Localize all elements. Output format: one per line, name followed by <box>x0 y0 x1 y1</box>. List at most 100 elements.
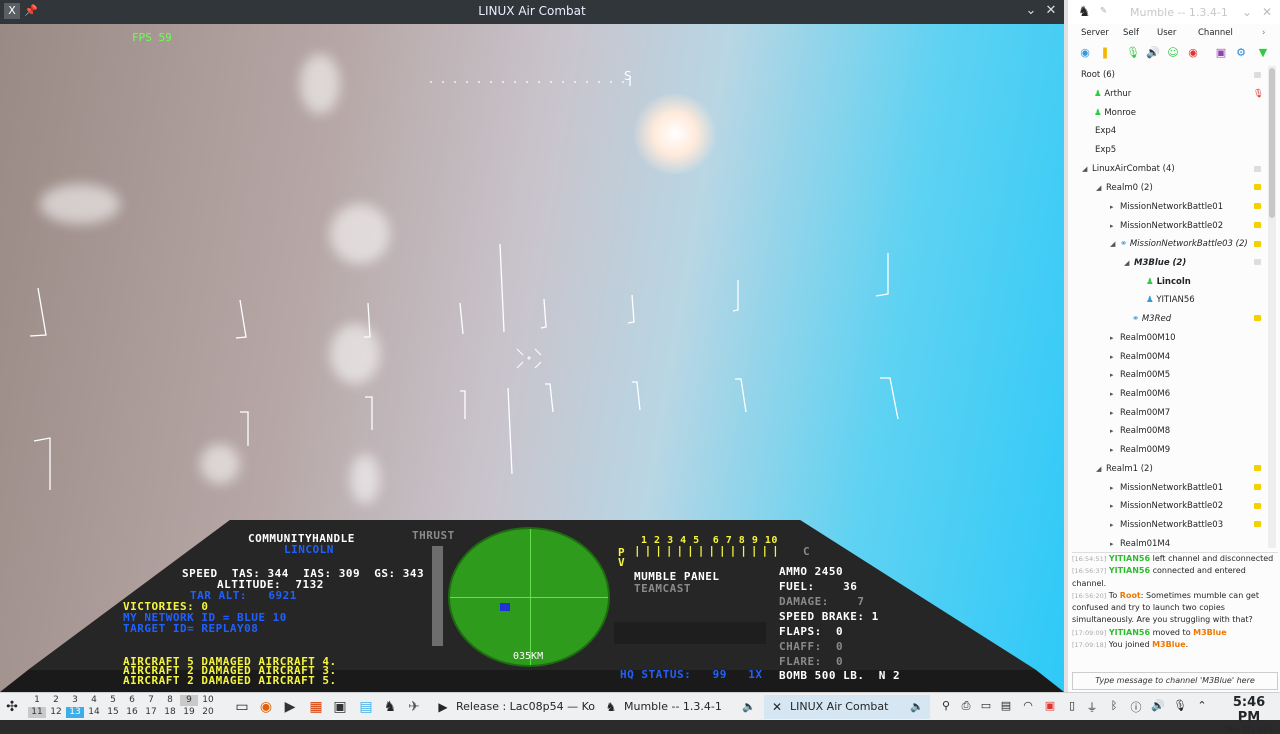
tree-item-realm00m8[interactable]: ▸ Realm00M8 <box>1110 422 1170 440</box>
desktop-17[interactable]: 17 <box>142 707 160 718</box>
channel-comment-icon <box>1254 166 1261 172</box>
tree-item-linuxaircombat[interactable]: ◢ LinuxAirCombat (4) <box>1082 160 1175 178</box>
clock[interactable]: 5:46 PM Thu 1/13/22 <box>1222 695 1276 734</box>
menu-self[interactable]: Self <box>1123 28 1139 38</box>
tree-item-realm1-mnb02[interactable]: ▸ MissionNetworkBattle02 <box>1110 497 1223 515</box>
desktop-19[interactable]: 19 <box>180 707 198 718</box>
info-icon[interactable]: ❚ <box>1098 46 1112 60</box>
desktop-12[interactable]: 12 <box>47 707 65 718</box>
display-icon[interactable]: ▭ <box>978 699 994 712</box>
desktop-7[interactable]: 7 <box>142 695 160 706</box>
desktop-6[interactable]: 6 <box>123 695 141 706</box>
record-icon[interactable]: ◉ <box>1186 46 1200 60</box>
menu-server[interactable]: Server <box>1081 28 1109 38</box>
tree-item-m3red[interactable]: ⚭ M3Red <box>1132 310 1171 328</box>
tree-item-realm1-mnb03[interactable]: ▸ MissionNetworkBattle03 <box>1110 516 1223 534</box>
desktop-18[interactable]: 18 <box>161 707 179 718</box>
tree-item-realm00m10[interactable]: ▸ Realm00M10 <box>1110 329 1176 347</box>
desktop-16[interactable]: 16 <box>123 707 141 718</box>
menu-user[interactable]: User <box>1157 28 1176 38</box>
speaker-icon: 🔈 <box>742 700 756 713</box>
network-icon[interactable]: ⚲ <box>938 699 954 712</box>
desktop-2[interactable]: 2 <box>47 695 65 706</box>
tree-item-exp4[interactable]: Exp4 <box>1095 122 1116 140</box>
clipboard-icon[interactable]: ▤ <box>998 699 1014 712</box>
tree-user-yitian56[interactable]: ♟ YITIAN56 <box>1146 291 1195 309</box>
desktop-5[interactable]: 5 <box>104 695 122 706</box>
tree-item-m3blue[interactable]: ◢ M3Blue (2) <box>1124 254 1186 272</box>
bluetooth-icon[interactable]: ᛒ <box>1106 699 1122 712</box>
tree-user-arthur[interactable]: ♟ Arthur <box>1094 85 1131 103</box>
file-manager-icon[interactable]: ▤ <box>356 697 376 717</box>
desktop-icon[interactable]: ▭ <box>232 697 252 717</box>
tree-item-exp5[interactable]: Exp5 <box>1095 141 1116 159</box>
mumble-tray-icon[interactable]: ▣ <box>1042 699 1058 712</box>
desktop-20[interactable]: 20 <box>199 707 217 718</box>
channel-tree: Root (6) ♟ Arthur 🎙 ♟ Monroe Exp4 Exp5 ◢… <box>1068 66 1268 548</box>
printer-icon[interactable]: ⎙ <box>958 699 974 713</box>
game-titlebar[interactable]: X 📌 LINUX Air Combat ⌄ ✕ <box>0 0 1064 24</box>
tree-item-realm00m5[interactable]: ▸ Realm00M5 <box>1110 366 1170 384</box>
close-icon[interactable]: ✕ <box>1262 5 1272 19</box>
tree-item-realm0[interactable]: ◢ Realm0 (2) <box>1096 179 1153 197</box>
microphone-icon[interactable]: 🎙 <box>1172 699 1188 712</box>
firefox-icon[interactable]: ◉ <box>256 697 276 717</box>
filter-icon[interactable]: ▼ <box>1256 46 1270 60</box>
tree-item-realm00m6[interactable]: ▸ Realm00M6 <box>1110 385 1170 403</box>
comment-icon[interactable]: ☺ <box>1166 46 1180 60</box>
gear-icon[interactable]: ⚙ <box>1234 46 1248 60</box>
desktop-3[interactable]: 3 <box>66 695 84 706</box>
tree-item-realm1[interactable]: ◢ Realm1 (2) <box>1096 460 1153 478</box>
mumble-launcher-icon[interactable]: ♞ <box>380 697 400 717</box>
wifi-icon[interactable]: ◠ <box>1020 699 1036 712</box>
game-window[interactable]: X 📌 LINUX Air Combat ⌄ ✕ FPS 59 S 035KM … <box>0 0 1064 692</box>
terminal-icon[interactable]: ▶ <box>280 697 300 717</box>
minimize-icon[interactable]: ⌄ <box>1242 5 1252 19</box>
pin-icon[interactable]: ✎ <box>1100 6 1107 16</box>
usb-icon[interactable]: ⏚ <box>1084 699 1100 715</box>
mumble-titlebar[interactable]: ♞ ✎ Mumble -- 1.3.4-1 ⌄ ✕ <box>1068 0 1280 24</box>
office-icon[interactable]: ▦ <box>306 697 326 717</box>
info-icon[interactable]: ⓘ <box>1128 699 1144 715</box>
tree-item-mnb02[interactable]: ▸ MissionNetworkBattle02 <box>1110 217 1223 235</box>
tree-item-root[interactable]: Root (6) <box>1081 66 1115 84</box>
microphone-icon[interactable]: 🎙 <box>1126 46 1140 60</box>
tree-user-monroe[interactable]: ♟ Monroe <box>1094 104 1136 122</box>
desktop-13[interactable]: 13 <box>66 707 84 718</box>
mumble-window[interactable]: ♞ ✎ Mumble -- 1.3.4-1 ⌄ ✕ Server Self Us… <box>1064 0 1280 692</box>
desktop-8[interactable]: 8 <box>161 695 179 706</box>
tree-scrollbar[interactable] <box>1268 66 1276 548</box>
desktop-11[interactable]: 11 <box>28 707 46 718</box>
tree-item-realm00m4[interactable]: ▸ Realm00M4 <box>1110 348 1170 366</box>
tree-item-mnb03[interactable]: ◢ ⚭ MissionNetworkBattle03 (2) <box>1110 235 1248 253</box>
tree-item-realm00m9[interactable]: ▸ Realm00M9 <box>1110 441 1170 459</box>
desktop-1[interactable]: 1 <box>28 695 46 706</box>
app-launcher-icon[interactable]: ✣ <box>2 697 22 717</box>
chat-icon[interactable]: ▣ <box>1214 46 1228 60</box>
chat-message-input[interactable]: Type message to channel 'M3Blue' here <box>1072 672 1278 690</box>
close-icon[interactable]: ✕ <box>1042 2 1060 20</box>
desktop-14[interactable]: 14 <box>85 707 103 718</box>
desktop-9[interactable]: 9 <box>180 695 198 706</box>
speaker-icon[interactable]: 🔊 <box>1146 46 1160 60</box>
konsole-icon[interactable]: ▣ <box>330 697 350 717</box>
menu-channel[interactable]: Channel <box>1198 28 1233 38</box>
expand-tray-icon[interactable]: ⌃ <box>1194 699 1210 712</box>
task-aircombat[interactable]: ✕ LINUX Air Combat 🔈 <box>764 695 930 719</box>
tree-item-realm01m4[interactable]: ▸ Realm01M4 <box>1110 535 1170 548</box>
battery-icon[interactable]: ▯ <box>1064 699 1080 712</box>
aircombat-launcher-icon[interactable]: ✈ <box>404 697 424 717</box>
globe-icon[interactable]: ◉ <box>1078 46 1092 60</box>
desktop-10[interactable]: 10 <box>199 695 217 706</box>
tree-user-lincoln[interactable]: ♟ Lincoln <box>1146 273 1191 291</box>
desktop-15[interactable]: 15 <box>104 707 122 718</box>
tree-item-realm00m7[interactable]: ▸ Realm00M7 <box>1110 404 1170 422</box>
desktop-4[interactable]: 4 <box>85 695 103 706</box>
minimize-icon[interactable]: ⌄ <box>1022 2 1040 20</box>
task-mumble[interactable]: ♞ Mumble -- 1.3.4-1 🔈 <box>598 695 762 719</box>
task-release[interactable]: ▶ Release : Lac08p54 — Ko... <box>430 695 596 719</box>
tree-item-mnb01[interactable]: ▸ MissionNetworkBattle01 <box>1110 198 1223 216</box>
volume-icon[interactable]: 🔊 <box>1150 699 1166 712</box>
tree-item-realm1-mnb01[interactable]: ▸ MissionNetworkBattle01 <box>1110 479 1223 497</box>
menu-more-icon[interactable]: › <box>1262 28 1265 38</box>
